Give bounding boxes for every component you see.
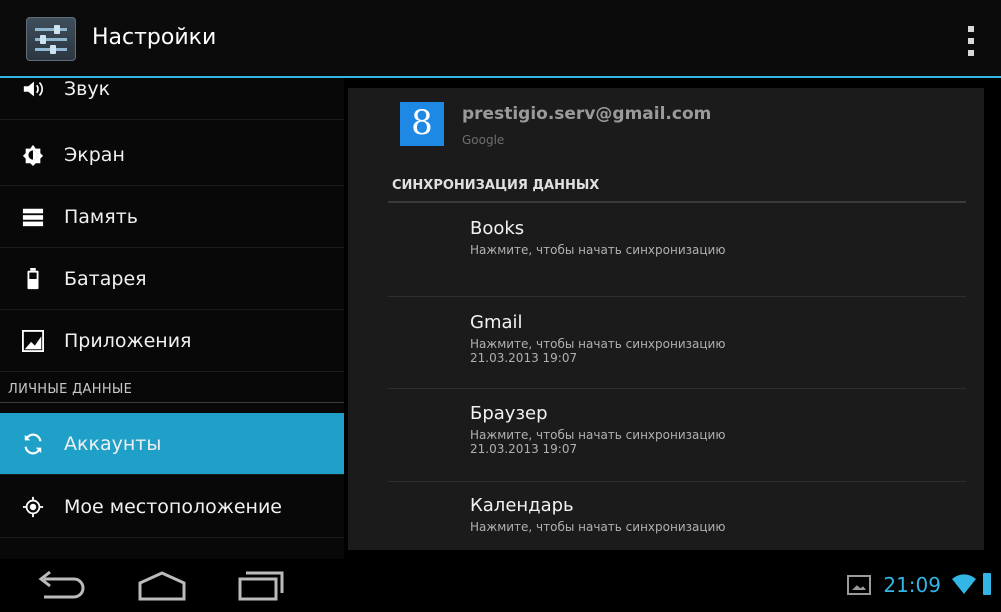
sync-item-name: Календарь <box>470 495 574 516</box>
settings-app-icon[interactable] <box>26 17 76 61</box>
account-type: Google <box>462 133 505 147</box>
location-icon <box>22 496 44 517</box>
section-divider <box>0 402 344 403</box>
system-bar: 21:09 <box>0 559 1001 612</box>
page-title: Настройки <box>92 25 217 50</box>
sidebar-item-label: Звук <box>64 78 111 100</box>
sidebar-item-location[interactable]: Мое местоположение <box>0 476 344 538</box>
action-bar: Настройки <box>0 0 1001 78</box>
wifi-icon <box>952 574 976 594</box>
sidebar-item-accounts[interactable]: Аккаунты <box>0 413 344 475</box>
list-divider <box>388 481 966 482</box>
slider-line-icon <box>35 28 67 31</box>
sync-item-hint: Нажмите, чтобы начать синхронизацию <box>470 520 726 534</box>
storage-icon <box>22 208 44 226</box>
sync-item-hint: Нажмите, чтобы начать синхронизацию <box>470 243 726 257</box>
battery-status-icon <box>983 573 991 595</box>
recent-apps-icon[interactable] <box>228 569 288 603</box>
sync-item-name: Gmail <box>470 312 523 333</box>
speaker-icon <box>23 81 43 96</box>
sidebar-item-battery[interactable]: Батарея <box>0 248 344 310</box>
sync-item-name: Браузер <box>470 403 548 424</box>
account-email: prestigio.serv@gmail.com <box>462 104 712 124</box>
slider-knob-icon <box>40 35 46 44</box>
status-clock[interactable]: 21:09 <box>883 573 941 597</box>
account-detail-panel: 8 prestigio.serv@gmail.com Google СИНХРО… <box>348 88 984 550</box>
sidebar-item-apps[interactable]: Приложения <box>0 310 344 372</box>
settings-sidebar: Звук Экран Память Батарея Приложения ЛИЧ… <box>0 78 344 559</box>
battery-icon <box>27 267 39 289</box>
sync-item-date: 21.03.2013 19:07 <box>470 442 578 456</box>
sync-item-books[interactable]: Books Нажмите, чтобы начать синхронизаци… <box>470 218 725 257</box>
sync-item-date: 21.03.2013 19:07 <box>470 351 578 365</box>
sync-icon <box>24 433 42 454</box>
sidebar-item-label: Батарея <box>64 267 147 290</box>
sidebar-item-label: Приложения <box>64 329 192 352</box>
sidebar-item-display[interactable]: Экран <box>0 124 344 186</box>
list-divider <box>388 388 966 389</box>
home-icon[interactable] <box>132 569 192 603</box>
apps-icon <box>22 329 44 352</box>
sync-item-browser[interactable]: Браузер Нажмите, чтобы начать синхрониза… <box>470 403 725 456</box>
google-logo-icon: 8 <box>400 102 444 146</box>
sync-item-calendar[interactable]: Календарь Нажмите, чтобы начать синхрони… <box>470 495 725 534</box>
sidebar-item-sound[interactable]: Звук <box>0 78 344 120</box>
slider-knob-icon <box>54 25 60 34</box>
screenshot-notification-icon[interactable] <box>847 575 871 595</box>
list-divider <box>388 296 966 297</box>
sync-section-divider <box>388 201 966 203</box>
sidebar-item-label: Аккаунты <box>64 432 162 455</box>
sidebar-item-label: Память <box>64 205 138 228</box>
display-icon <box>22 144 44 166</box>
sidebar-item-storage[interactable]: Память <box>0 186 344 248</box>
sync-item-gmail[interactable]: Gmail Нажмите, чтобы начать синхронизаци… <box>470 312 725 365</box>
sync-item-name: Books <box>470 218 525 239</box>
back-icon[interactable] <box>30 569 90 603</box>
overflow-menu-icon[interactable] <box>967 26 975 56</box>
section-header-personal: ЛИЧНЫЕ ДАННЫЕ <box>8 382 133 397</box>
sync-item-hint: Нажмите, чтобы начать синхронизацию <box>470 428 726 442</box>
sync-item-hint: Нажмите, чтобы начать синхронизацию <box>470 337 726 351</box>
sidebar-item-label: Экран <box>64 143 125 166</box>
sidebar-item-label: Мое местоположение <box>64 495 282 518</box>
sync-section-header: СИНХРОНИЗАЦИЯ ДАННЫХ <box>392 178 600 193</box>
slider-knob-icon <box>50 45 56 54</box>
